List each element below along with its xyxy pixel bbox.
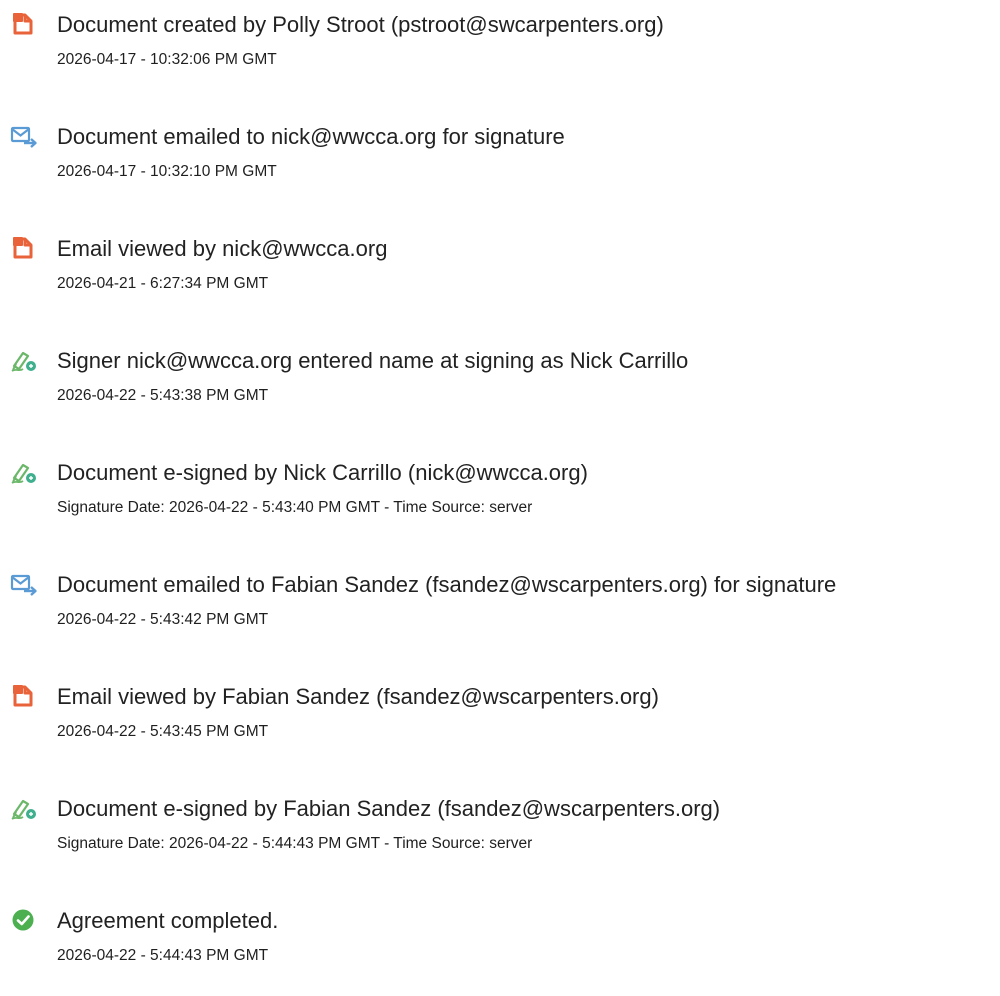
history-event: Agreement completed. 2026-04-22 - 5:44:4… <box>0 896 1000 976</box>
history-event: Document e-signed by Fabian Sandez (fsan… <box>0 784 1000 864</box>
history-event: Document e-signed by Nick Carrillo (nick… <box>0 448 1000 528</box>
email-send-icon <box>10 570 38 598</box>
event-timestamp: 2026-04-17 - 10:32:06 PM GMT <box>57 51 277 68</box>
event-timestamp: 2026-04-22 - 5:43:38 PM GMT <box>57 387 269 404</box>
event-title: Email viewed by Fabian Sandez (fsandez@w… <box>57 684 659 709</box>
event-timestamp: 2026-04-22 - 5:43:45 PM GMT <box>57 723 269 740</box>
pen-signature-icon <box>10 794 38 822</box>
event-title: Agreement completed. <box>57 908 279 933</box>
history-event: Signer nick@wwcca.org entered name at si… <box>0 336 1000 416</box>
document-icon <box>10 234 38 262</box>
event-timestamp: 2026-04-17 - 10:32:10 PM GMT <box>57 163 277 180</box>
event-timestamp: 2026-04-22 - 5:44:43 PM GMT <box>57 947 269 964</box>
history-event: Document emailed to Fabian Sandez (fsand… <box>0 560 1000 640</box>
document-icon <box>10 682 38 710</box>
document-icon <box>10 10 38 38</box>
email-send-icon <box>10 122 38 150</box>
event-title: Email viewed by nick@wwcca.org <box>57 236 388 261</box>
pen-signature-icon <box>10 346 38 374</box>
event-timestamp: 2026-04-22 - 5:43:42 PM GMT <box>57 611 269 628</box>
checkmark-circle-icon <box>10 906 38 934</box>
history-event: Document emailed to nick@wwcca.org for s… <box>0 112 1000 192</box>
pen-signature-icon <box>10 458 38 486</box>
audit-history-list: Document created by Polly Stroot (pstroo… <box>0 0 1000 996</box>
event-title: Document emailed to Fabian Sandez (fsand… <box>57 572 837 597</box>
history-event: Email viewed by nick@wwcca.org 2026-04-2… <box>0 224 1000 304</box>
event-signature-date: Signature Date: 2026-04-22 - 5:43:40 PM … <box>57 499 533 516</box>
event-title: Document created by Polly Stroot (pstroo… <box>57 12 664 37</box>
event-title: Document e-signed by Fabian Sandez (fsan… <box>57 796 721 821</box>
event-title: Signer nick@wwcca.org entered name at si… <box>57 348 689 373</box>
history-event: Email viewed by Fabian Sandez (fsandez@w… <box>0 672 1000 752</box>
event-timestamp: 2026-04-21 - 6:27:34 PM GMT <box>57 275 269 292</box>
event-signature-date: Signature Date: 2026-04-22 - 5:44:43 PM … <box>57 835 533 852</box>
history-event: Document created by Polly Stroot (pstroo… <box>0 0 1000 80</box>
event-title: Document e-signed by Nick Carrillo (nick… <box>57 460 588 485</box>
event-title: Document emailed to nick@wwcca.org for s… <box>57 124 565 149</box>
